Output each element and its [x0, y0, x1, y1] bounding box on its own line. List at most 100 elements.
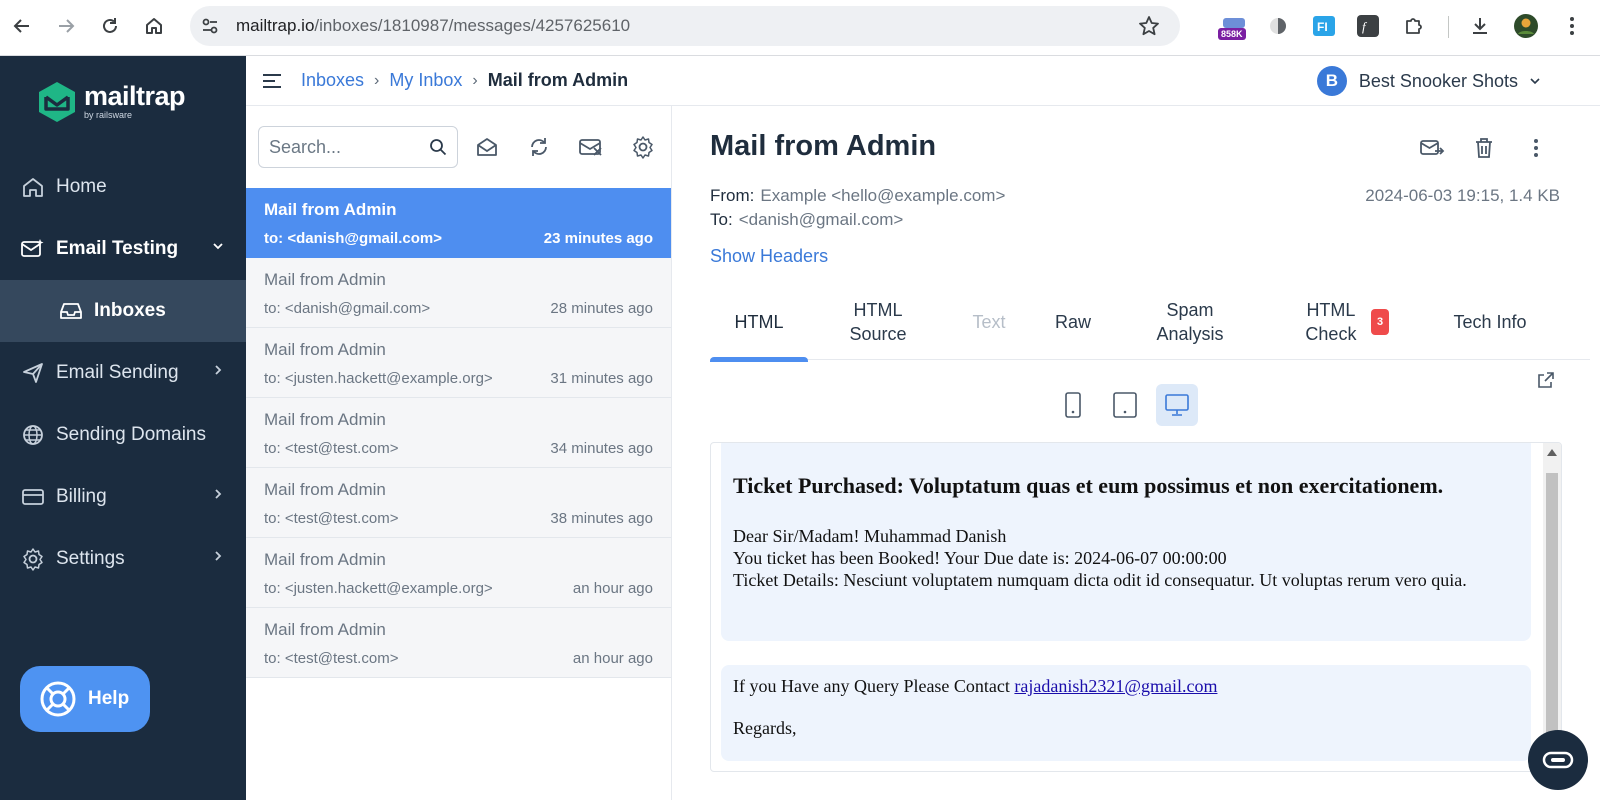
mark-read-icon[interactable]: [472, 132, 502, 162]
sidebar-item-settings[interactable]: Settings: [0, 528, 246, 590]
tab-html[interactable]: HTML: [710, 284, 808, 362]
logo-wordmark: mailtrap: [84, 81, 186, 111]
email-contact-link[interactable]: rajadanish2321@gmail.com: [1014, 676, 1217, 696]
email-contact-text: If you Have any Query Please Contact: [733, 676, 1015, 696]
list-item[interactable]: Mail from Admin to: <test@test.com> 34 m…: [246, 398, 671, 468]
send-icon: [20, 360, 46, 386]
list-item[interactable]: Mail from Admin to: <test@test.com> 38 m…: [246, 468, 671, 538]
tab-spam-analysis[interactable]: Spam Analysis: [1140, 284, 1240, 360]
extensions-puzzle-icon[interactable]: [1400, 12, 1428, 40]
scroll-up-icon[interactable]: [1547, 449, 1557, 456]
bookmark-star-icon[interactable]: [1138, 15, 1160, 37]
breadcrumb-inboxes[interactable]: Inboxes: [301, 70, 364, 91]
profile-avatar-icon[interactable]: [1512, 12, 1540, 40]
site-settings-icon[interactable]: [200, 16, 220, 36]
globe-icon: [20, 422, 46, 448]
avatar: B: [1316, 66, 1347, 96]
sidebar-item-email-testing[interactable]: Email Testing: [0, 218, 246, 280]
sidebar-item-billing[interactable]: Billing: [0, 466, 246, 528]
more-options-icon[interactable]: [1520, 132, 1552, 164]
sidebar-item-email-sending[interactable]: Email Sending: [0, 342, 246, 404]
extension-2-icon[interactable]: [1264, 12, 1292, 40]
message-time: 34 minutes ago: [550, 440, 653, 457]
logo-tagline: by railsware: [84, 110, 133, 120]
trash-icon[interactable]: [1468, 132, 1500, 164]
sidebar-item-label: Settings: [56, 548, 125, 569]
lifebuoy-icon: [40, 681, 76, 717]
forward-icon[interactable]: [50, 10, 82, 42]
tab-html-check[interactable]: HTML Check 3: [1270, 284, 1420, 360]
message-meta: 2024-06-03 19:15, 1.4 KB: [1365, 186, 1560, 205]
sidebar-item-label: Email Testing: [56, 238, 179, 259]
message-time: 31 minutes ago: [550, 370, 653, 387]
scrollbar-thumb[interactable]: [1546, 473, 1558, 771]
list-item[interactable]: Mail from Admin to: <danish@gmail.com> 2…: [246, 188, 671, 258]
message-list-panel: Mail from Admin to: <danish@gmail.com> 2…: [246, 106, 672, 800]
list-item[interactable]: Mail from Admin to: <justen.hackett@exam…: [246, 538, 671, 608]
list-item[interactable]: Mail from Admin to: <danish@gmail.com> 2…: [246, 258, 671, 328]
chevron-down-icon: [1530, 78, 1540, 85]
tab-raw[interactable]: Raw: [1038, 284, 1108, 360]
mailtrap-logo[interactable]: mailtrap by railsware: [36, 80, 186, 124]
help-button[interactable]: Help: [20, 666, 150, 732]
sidebar-item-label: Home: [56, 176, 107, 197]
help-label: Help: [88, 688, 130, 709]
desktop-preview-icon[interactable]: [1156, 384, 1198, 426]
chat-widget-button[interactable]: [1528, 730, 1588, 790]
breadcrumb-current: Mail from Admin: [487, 70, 629, 90]
breadcrumb-separator-icon: ›: [472, 71, 478, 89]
list-item[interactable]: Mail from Admin to: <test@test.com> an h…: [246, 608, 671, 678]
download-icon[interactable]: [1466, 12, 1494, 40]
forward-email-icon[interactable]: [1416, 132, 1448, 164]
chevron-right-icon: [212, 550, 224, 562]
extension-3-icon[interactable]: FI: [1310, 12, 1338, 40]
back-icon[interactable]: [6, 10, 38, 42]
tab-label: Text: [972, 312, 1006, 332]
email-testing-icon: [20, 236, 46, 262]
email-content-card: Ticket Purchased: Voluptatum quas et eum…: [721, 443, 1531, 641]
tab-html-source[interactable]: HTML Source: [838, 284, 918, 360]
tab-text[interactable]: Text: [952, 284, 1026, 360]
browser-menu-icon[interactable]: [1558, 12, 1586, 40]
sidebar-item-sending-domains[interactable]: Sending Domains: [0, 404, 246, 466]
home-browser-icon[interactable]: [138, 10, 170, 42]
email-contact-line: If you Have any Query Please Contact raj…: [733, 675, 1519, 697]
message-subject: Mail from Admin: [264, 480, 386, 499]
chevron-right-icon: [212, 488, 224, 500]
message-time: 23 minutes ago: [543, 230, 653, 247]
tab-label: Raw: [1054, 312, 1091, 332]
inbox-settings-icon[interactable]: [628, 132, 658, 162]
html-check-count-badge: 3: [1370, 309, 1390, 335]
show-headers-link[interactable]: Show Headers: [710, 246, 828, 267]
sidebar-item-label: Email Sending: [56, 362, 179, 383]
tablet-preview-icon[interactable]: [1104, 384, 1146, 426]
sidebar: mailtrap by railsware Home Email Testing…: [0, 56, 246, 800]
open-in-new-window-icon[interactable]: [1536, 370, 1556, 390]
account-switcher[interactable]: B Best Snooker Shots: [1316, 66, 1540, 96]
tab-tech-info[interactable]: Tech Info: [1450, 284, 1530, 360]
address-bar[interactable]: mailtrap.io/inboxes/1810987/messages/425…: [190, 6, 1180, 46]
email-scrollbar[interactable]: [1543, 443, 1561, 771]
device-preview-switcher: [1052, 384, 1198, 426]
menu-toggle-icon[interactable]: [262, 72, 282, 90]
sidebar-item-home[interactable]: Home: [0, 156, 246, 218]
extension-4-icon[interactable]: f: [1354, 12, 1382, 40]
reload-icon[interactable]: [94, 10, 126, 42]
search-icon[interactable]: [429, 138, 447, 156]
extension-badge: 858K: [1218, 28, 1246, 40]
refresh-icon[interactable]: [524, 132, 554, 162]
sidebar-item-inboxes[interactable]: Inboxes: [0, 280, 246, 342]
email-preview-frame[interactable]: Ticket Purchased: Voluptatum quas et eum…: [710, 442, 1562, 772]
mobile-preview-icon[interactable]: [1052, 384, 1094, 426]
breadcrumb-my-inbox[interactable]: My Inbox: [389, 70, 462, 91]
list-item[interactable]: Mail from Admin to: <justen.hackett@exam…: [246, 328, 671, 398]
message-recipient: to: <danish@gmail.com>: [264, 230, 442, 247]
to-value: <danish@gmail.com>: [738, 210, 904, 229]
message-subject: Mail from Admin: [264, 410, 386, 429]
message-time: an hour ago: [572, 580, 653, 597]
tab-label: HTML Source: [849, 300, 907, 344]
clear-inbox-icon[interactable]: [576, 132, 606, 162]
mailtrap-logo-icon: [39, 82, 75, 122]
svg-text:FI: FI: [1317, 20, 1328, 34]
search-input[interactable]: [269, 135, 419, 159]
